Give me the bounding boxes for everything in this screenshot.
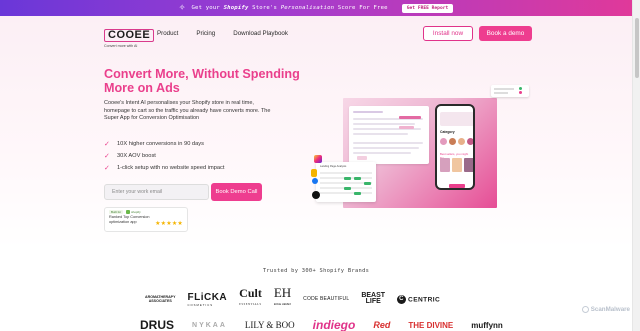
rating-stars-icon: ★★★★★ (155, 221, 183, 227)
phone-category-label: Category (440, 130, 455, 134)
scrollbar-thumb[interactable] (635, 18, 639, 78)
install-now-button[interactable]: Install now (423, 26, 473, 41)
trusted-by-label: Trusted by 300+ Shopify Brands (262, 268, 370, 274)
instagram-icon (314, 155, 322, 163)
get-free-report-button[interactable]: Get FREE Report (401, 3, 454, 13)
brand-logo-flicka: FLiCKA COSMETICS (187, 291, 228, 307)
brand-logo-red: Red (373, 320, 391, 330)
feature-list: ✓ 10X higher conversions in 90 days ✓ 30X … (104, 138, 224, 174)
analytics-table-title: Landing Page Analysis (320, 165, 347, 168)
phone-mockup: Category Best sellers, you might like (435, 104, 475, 190)
brand-logo-indiego: indiego (312, 318, 356, 331)
work-email-input[interactable]: Enter your work email (104, 184, 209, 200)
brand-logo-centric: C CENTRIC (397, 294, 440, 304)
page: ✧ Get your Shopify Store's Personalisati… (0, 0, 640, 331)
check-icon: ✓ (104, 141, 110, 148)
brand-logo-beast-life: BEAST LIFE (361, 291, 386, 305)
brand-logo-cult: Cult ESSENTIALS (239, 286, 262, 306)
notification-chip (491, 85, 529, 97)
feature-item: ✓ 10X higher conversions in 90 days (104, 141, 204, 148)
badge-text: Ranked Top Conversion optimization app (109, 215, 150, 224)
brand-logos-row-2: DRUS NYKAA LILY & BOO indiego Red THE DI… (140, 318, 503, 331)
brand-logo-code-beautiful: CODE BEAUTIFUL (303, 296, 350, 302)
shopify-bag-icon (126, 210, 131, 215)
page-scrollbar[interactable] (632, 0, 640, 331)
logo[interactable]: COOEE Convert more with AI (104, 25, 155, 48)
nav-item-download-playbook[interactable]: Download Playbook (233, 30, 288, 37)
shopify-logo: shopify (126, 210, 141, 215)
brand-logo-aromatherapy: AROMATHERAPY ASSOCIATES (145, 295, 176, 303)
feature-item: ✓ 30X AOV boost (104, 153, 156, 160)
check-icon: ✓ (104, 165, 110, 172)
brand-logo-nykaa: NYKAA (192, 322, 227, 329)
hero-description: Cooee's Intent AI personalises your Shop… (104, 100, 271, 122)
nav-item-product[interactable]: Product (157, 30, 178, 37)
brand-logo-eh: EH EDGE HEMEX (273, 285, 292, 306)
book-demo-call-button[interactable]: Book Demo Call (211, 183, 262, 201)
nav-item-pricing[interactable]: Pricing (196, 30, 215, 37)
brand-logo-muffynn: muffynn (471, 321, 503, 330)
brand-logos-row: AROMATHERAPY ASSOCIATES FLiCKA COSMETICS C… (145, 285, 440, 311)
logo-tagline: Convert more with AI (104, 44, 138, 48)
brand-logo-drus: DRUS (140, 318, 175, 331)
centric-c-icon: C (397, 294, 407, 304)
google-ads-icon (311, 169, 317, 177)
brand-logo-lily-boo: LILY & BOO (244, 320, 295, 330)
analytics-table-card: Landing Page Analysis (316, 162, 376, 202)
brand-logo-the-divine: THE DIVINE (408, 321, 454, 330)
dashboard-screenshot (349, 106, 429, 164)
promo-banner: ✧ Get your Shopify Store's Personalisati… (0, 0, 632, 16)
logo-wordmark: COOEE (104, 29, 155, 42)
shopify-award-badge: Built for shopify Ranked Top Conversion … (104, 207, 188, 232)
promo-text: Get your Shopify Store's Personalisation… (191, 5, 388, 11)
scanmalware-icon (581, 306, 589, 313)
product-mockup: Category Best sellers, you might like La… (311, 85, 529, 208)
feature-item: ✓ 1-click setup with no website speed imp… (104, 165, 225, 172)
sparkle-icon: ✧ (178, 3, 186, 12)
main-nav: Product Pricing Download Playbook (157, 30, 288, 37)
watermark: ScanMalware (581, 306, 630, 313)
check-icon: ✓ (104, 153, 110, 160)
built-for-tag: Built for (109, 210, 124, 215)
facebook-icon (312, 178, 318, 184)
tiktok-icon (312, 191, 320, 199)
book-a-demo-button[interactable]: Book a demo (479, 26, 532, 41)
hero-headline: Convert More, Without Spending More on A… (104, 67, 300, 95)
